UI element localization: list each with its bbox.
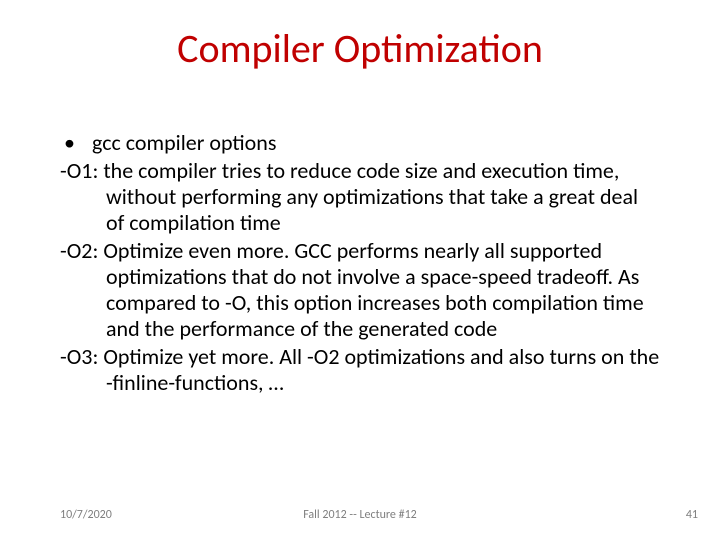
footer-page-number: 41 (686, 508, 698, 522)
slide: Compiler Optimization • gcc compiler opt… (0, 0, 720, 540)
opt-o3: -O3: Optimize yet more. All -O2 optimiza… (106, 344, 660, 396)
bullet-dot: • (60, 130, 92, 156)
bullet-text: gcc compiler options (92, 130, 660, 156)
bullet-item: • gcc compiler options (60, 130, 660, 156)
opt-o2: -O2: Optimize even more. GCC performs ne… (106, 238, 660, 342)
opt-o1: -O1: the compiler tries to reduce code s… (106, 158, 660, 236)
slide-title: Compiler Optimization (0, 24, 720, 73)
slide-body: • gcc compiler options -O1: the compiler… (60, 130, 660, 398)
footer-center: Fall 2012 -- Lecture #12 (0, 508, 720, 522)
